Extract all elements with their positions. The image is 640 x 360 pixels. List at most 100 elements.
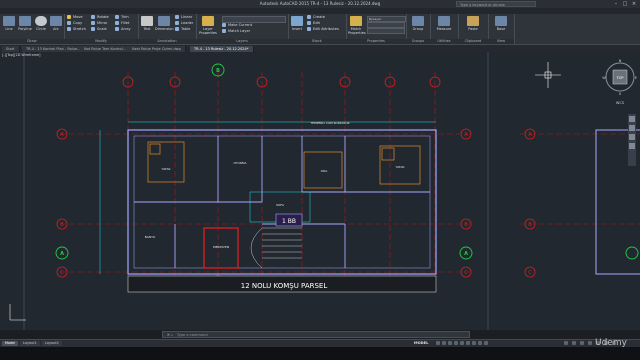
line-icon: [3, 16, 15, 26]
measure-icon: [438, 16, 450, 26]
room-label: BANYO: [145, 235, 156, 239]
isolate-objects-icon[interactable]: [588, 341, 592, 345]
mirror-icon: [91, 21, 95, 25]
orbit-icon[interactable]: [629, 134, 635, 140]
layout-tab[interactable]: Layout1: [20, 341, 40, 346]
scale-label: Scale: [97, 27, 107, 31]
minimize-button[interactable]: –: [612, 1, 620, 7]
zoom-icon[interactable]: [629, 125, 635, 131]
status-bar: Model Layout1 Layout2 MODEL: [0, 339, 640, 347]
measure-label: Measure: [436, 27, 452, 31]
match-properties-icon: [350, 16, 362, 26]
group-label: Group: [412, 27, 424, 31]
parcel-caption: 12 NOLU KOMŞU PARSEL: [241, 282, 328, 290]
linear-button[interactable]: Linear: [175, 15, 192, 20]
close-button[interactable]: ×: [630, 1, 638, 7]
viewcube[interactable]: TOP N S E W WCS: [602, 59, 637, 105]
properties-panel: Match Properties ByLayer Properties: [346, 14, 407, 44]
line-button[interactable]: Line: [2, 16, 16, 31]
layer-properties-icon: [202, 16, 214, 26]
create-label: Create: [313, 15, 325, 19]
title-bar: Autodesk AutoCAD 2015 TR-4 - 13 Rulesiz …: [0, 0, 640, 16]
command-input[interactable]: Type a command: [177, 333, 208, 337]
polar-icon[interactable]: [454, 341, 458, 345]
measure-button[interactable]: Measure: [432, 16, 456, 31]
copy-button[interactable]: Copy: [67, 21, 82, 26]
base-button[interactable]: Base: [490, 16, 512, 31]
insert-icon: [291, 16, 303, 26]
match-properties-button[interactable]: Match Properties: [348, 16, 366, 35]
ortho-icon[interactable]: [448, 341, 452, 345]
leader-button[interactable]: Leader: [175, 21, 193, 26]
command-close-icon[interactable]: ✕ ⌕: [163, 332, 177, 338]
command-line[interactable]: ✕ ⌕ Type a command: [162, 331, 470, 338]
transparency-icon[interactable]: [478, 341, 482, 345]
arc-button[interactable]: Arc: [49, 16, 63, 31]
annotation-monitor-icon[interactable]: [580, 341, 584, 345]
circle-button[interactable]: Circle: [34, 16, 48, 31]
search-input[interactable]: Type a keyword or phrase: [456, 1, 536, 7]
stair: [250, 227, 302, 269]
table-button[interactable]: Table: [175, 27, 190, 32]
grid-icon[interactable]: [436, 341, 440, 345]
snap-icon[interactable]: [442, 341, 446, 345]
create-block-button[interactable]: Create: [307, 15, 325, 20]
osnap-icon[interactable]: [460, 341, 464, 345]
edit-attributes-label: Edit Attributes: [313, 27, 339, 31]
trim-button[interactable]: Trim: [115, 15, 129, 20]
drawing-viewport[interactable]: A B C A B C A B C B B A A: [0, 52, 640, 330]
axis-bubble-labels: A B C A B C A B C: [60, 132, 532, 276]
text-icon: [141, 16, 153, 26]
layer-properties-button[interactable]: Layer Properties: [198, 16, 218, 35]
edit-attributes-button[interactable]: Edit Attributes: [307, 27, 339, 32]
polyline-button[interactable]: Polyline: [17, 16, 33, 31]
linear-label: Linear: [181, 15, 193, 19]
text-button[interactable]: Text: [140, 16, 154, 31]
stretch-button[interactable]: Stretch: [67, 27, 86, 32]
move-button[interactable]: Move: [67, 15, 83, 20]
viewport-controls-label[interactable]: [-][Top][2D Wireframe]: [2, 53, 40, 57]
model-space-toggle[interactable]: MODEL: [414, 341, 428, 346]
room-label: OTURMA: [233, 161, 247, 165]
room-label: SOFA: [276, 203, 285, 207]
array-button[interactable]: Array: [115, 27, 131, 32]
insert-button[interactable]: Insert: [290, 16, 304, 31]
layer-dropdown[interactable]: [222, 16, 286, 23]
lineweight-icon[interactable]: [472, 341, 476, 345]
selection-cycling-icon[interactable]: [484, 341, 488, 345]
dimension-button[interactable]: Dimension: [155, 16, 174, 31]
group-button[interactable]: Group: [408, 16, 428, 31]
layout-tab[interactable]: Layout2: [42, 341, 62, 346]
annotation-panel-title: Annotation: [138, 39, 196, 44]
showmotion-icon[interactable]: [629, 143, 635, 149]
edit-block-button[interactable]: Edit: [307, 21, 320, 26]
match-layer-button[interactable]: Match Layer: [222, 29, 250, 34]
block-panel: Insert Create Edit Edit Attributes Block: [288, 14, 347, 44]
rotate-button[interactable]: Rotate: [91, 15, 109, 20]
layout-tab-model[interactable]: Model: [2, 341, 19, 346]
maximize-button[interactable]: □: [621, 1, 629, 7]
utilities-panel-title: Utilities: [430, 39, 458, 44]
axis-label-a-right: A: [464, 132, 468, 138]
scale-button[interactable]: Scale: [91, 27, 107, 32]
room-label: MERDİVEN: [213, 244, 229, 249]
lineweight-dropdown[interactable]: [367, 28, 405, 34]
mirror-button[interactable]: Mirror: [91, 21, 108, 26]
otrack-icon[interactable]: [466, 341, 470, 345]
copy-icon: [67, 21, 71, 25]
annotation-scale-icon[interactable]: [564, 341, 568, 345]
fillet-button[interactable]: Fillet: [115, 21, 129, 26]
pan-icon[interactable]: [629, 116, 635, 122]
arc-label: Arc: [53, 27, 59, 31]
axis-label-c-right: C: [464, 270, 468, 276]
section-label-left: A: [60, 251, 64, 257]
make-current-button[interactable]: Make Current: [222, 23, 252, 28]
fillet-label: Fillet: [121, 21, 130, 25]
layer-properties-label: Layer Properties: [199, 27, 217, 35]
workspace-gear-icon[interactable]: [572, 341, 576, 345]
paste-button[interactable]: Paste: [460, 16, 486, 31]
circle-label: Circle: [36, 27, 46, 31]
modify-panel: Move Copy Stretch Rotate Mirror Scale Tr…: [64, 14, 139, 44]
array-icon: [115, 27, 119, 31]
create-icon: [307, 15, 311, 19]
